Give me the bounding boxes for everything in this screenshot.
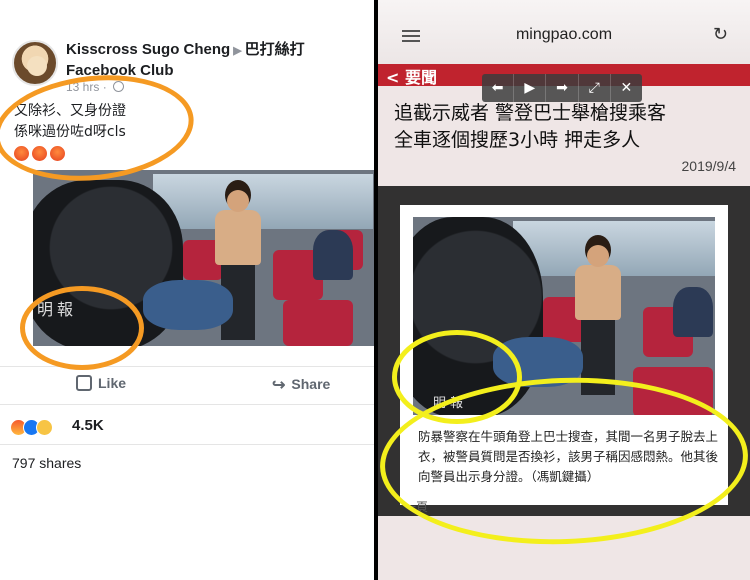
thumbs-up-icon [76,375,92,391]
share-button[interactable]: ↪ Share [272,375,330,395]
shares-count[interactable]: 797 shares [12,455,81,471]
reaction-count[interactable]: 4.5K [72,417,104,434]
facebook-post-panel: Kisscross Sugo Cheng ▶ 巴打絲打 Facebook Club … [0,0,374,580]
divider [0,444,374,445]
headline-line-2: 全車逐個搜歷3小時 押走多人 [394,129,641,151]
article-headline: 追截示威者 警登巴士舉槍搜乘客 全車逐個搜歷3小時 押走多人 [394,100,744,154]
orange-highlight-watermark [20,286,144,370]
expand-icon[interactable]: ⤢ [579,74,611,102]
divider [0,404,374,405]
caret-right-icon: ▶ [233,45,242,57]
reload-icon[interactable]: ↻ [713,24,728,45]
play-icon[interactable]: ▶ [514,74,547,102]
section-label[interactable]: < 要聞 [386,64,437,88]
image-viewer-toolbar: ⬅ ▶ ➡ ⤢ ✕ [482,74,642,102]
bus-windows [153,174,373,229]
police-arm [143,280,233,330]
reaction-icons[interactable] [10,417,53,437]
article-date: 2019/9/4 [681,158,737,174]
arrow-left-icon[interactable]: ⬅ [482,74,515,102]
like-button[interactable]: Like [76,375,126,391]
torso [575,265,621,320]
author-name[interactable]: Kisscross Sugo Cheng [66,41,230,58]
author-avatar[interactable] [12,40,58,86]
avatar-face [27,56,47,76]
passenger [313,230,353,280]
share-label: Share [291,376,331,392]
torso [215,210,261,265]
passenger [673,287,713,337]
arrow-right-icon[interactable]: ➡ [546,74,579,102]
composite-screenshot: Kisscross Sugo Cheng ▶ 巴打絲打 Facebook Club … [0,0,750,580]
face [227,190,249,212]
bus-seat [283,300,353,346]
browser-address-bar: mingpao.com ↻ [378,0,750,64]
close-icon[interactable]: ✕ [611,74,642,102]
section-label-text: 要聞 [404,68,437,87]
headline-line-1: 追截示威者 警登巴士舉槍搜乘客 [394,102,667,124]
sad-reaction-icon [36,419,53,436]
face [587,245,609,267]
post-header: Kisscross Sugo Cheng ▶ 巴打絲打 Facebook Club [66,40,366,80]
url-display[interactable]: mingpao.com [378,26,750,44]
like-label: Like [98,375,127,391]
mingpao-browser-panel: mingpao.com ↻ < 要聞 ⬅ ▶ ➡ ⤢ ✕ 追截示威者 警登巴士舉… [378,0,750,580]
share-arrow-icon: ↪ [272,377,286,394]
